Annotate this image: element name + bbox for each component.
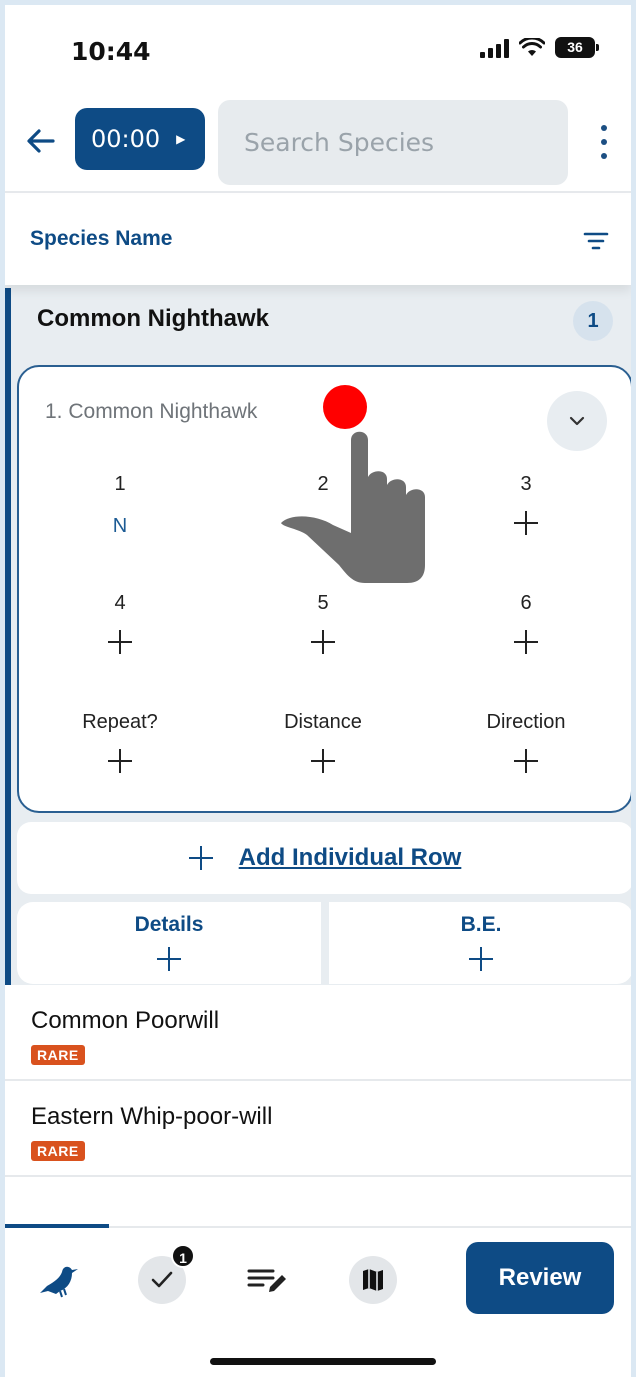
battery-icon: 36 <box>555 37 599 58</box>
more-options-icon[interactable] <box>597 125 611 159</box>
review-button[interactable]: Review <box>466 1242 614 1314</box>
home-indicator <box>210 1358 436 1365</box>
list-item[interactable]: Common Poorwill RARE <box>5 985 631 1081</box>
cell-6[interactable]: 6 <box>446 592 606 654</box>
add-individual-row-label: Add Individual Row <box>238 844 462 871</box>
cell-1[interactable]: 1 N <box>40 473 200 545</box>
filter-icon[interactable] <box>583 231 609 251</box>
pointing-hand-icon <box>281 431 425 583</box>
cell-label: Direction <box>486 711 566 733</box>
section-accent-bar <box>5 288 11 985</box>
species-name: Common Poorwill <box>31 1007 220 1034</box>
notes-icon[interactable] <box>243 1256 291 1304</box>
signal-icon <box>480 38 509 58</box>
add-icon[interactable] <box>108 749 132 773</box>
app-screen: 10:44 36 00:00 ▶ Species Name <box>5 5 631 1377</box>
details-button[interactable]: Details <box>17 902 321 984</box>
active-tab-indicator <box>5 1224 109 1228</box>
species-title[interactable]: Common Nighthawk <box>37 305 269 333</box>
search-input[interactable] <box>218 100 568 185</box>
cell-direction[interactable]: Direction <box>446 711 606 773</box>
toolbar-divider <box>5 191 631 193</box>
add-icon <box>157 947 181 971</box>
top-toolbar: 00:00 ▶ <box>5 95 631 193</box>
chevron-down-icon[interactable] <box>547 391 607 451</box>
cell-label: Repeat? <box>82 711 158 733</box>
rare-badge: RARE <box>31 1045 85 1065</box>
species-name: Eastern Whip-poor-will <box>31 1103 273 1130</box>
timer-button[interactable]: 00:00 ▶ <box>75 108 205 170</box>
cell-label: 6 <box>520 592 532 614</box>
add-icon[interactable] <box>514 630 538 654</box>
add-icon[interactable] <box>108 630 132 654</box>
cell-label: 1 <box>114 473 126 495</box>
list-item[interactable]: Eastern Whip-poor-will RARE <box>5 1081 631 1177</box>
individual-title: 1. Common Nighthawk <box>45 400 258 423</box>
status-bar: 10:44 36 <box>5 5 631 95</box>
add-icon[interactable] <box>514 511 538 535</box>
cell-distance[interactable]: Distance <box>243 711 403 773</box>
cell-3[interactable]: 3 <box>446 473 606 535</box>
be-button[interactable]: B.E. <box>329 902 631 984</box>
add-icon[interactable] <box>311 749 335 773</box>
cell-value: N <box>112 515 128 537</box>
sort-label[interactable]: Species Name <box>30 227 172 251</box>
add-individual-row-button[interactable]: Add Individual Row <box>17 822 631 894</box>
be-label: B.E. <box>460 913 502 936</box>
cell-repeat[interactable]: Repeat? <box>40 711 200 773</box>
add-icon[interactable] <box>311 630 335 654</box>
rare-badge: RARE <box>31 1141 85 1161</box>
expanded-species-section: Common Nighthawk 1 1. Common Nighthawk 1… <box>5 285 631 985</box>
map-icon[interactable] <box>349 1256 397 1304</box>
cell-label: 3 <box>520 473 532 495</box>
cell-4[interactable]: 4 <box>40 592 200 654</box>
checklist-badge: 1 <box>171 1244 195 1268</box>
bottom-tab-bar: 1 Review <box>5 1224 631 1377</box>
add-icon <box>188 846 213 870</box>
play-icon: ▶ <box>176 132 186 146</box>
touch-point-indicator <box>323 385 367 429</box>
wifi-icon <box>519 37 545 56</box>
status-time: 10:44 <box>71 37 151 66</box>
details-label: Details <box>134 913 204 936</box>
add-icon[interactable] <box>514 749 538 773</box>
timer-value: 00:00 <box>91 125 161 153</box>
back-arrow-icon[interactable] <box>23 123 59 159</box>
bird-icon[interactable] <box>35 1256 83 1304</box>
cell-label: Distance <box>284 711 362 733</box>
status-icons: 36 <box>480 37 599 58</box>
cell-label: 4 <box>114 592 126 614</box>
count-badge: 1 <box>573 301 613 341</box>
sort-header: Species Name <box>5 195 631 285</box>
add-icon <box>469 947 493 971</box>
